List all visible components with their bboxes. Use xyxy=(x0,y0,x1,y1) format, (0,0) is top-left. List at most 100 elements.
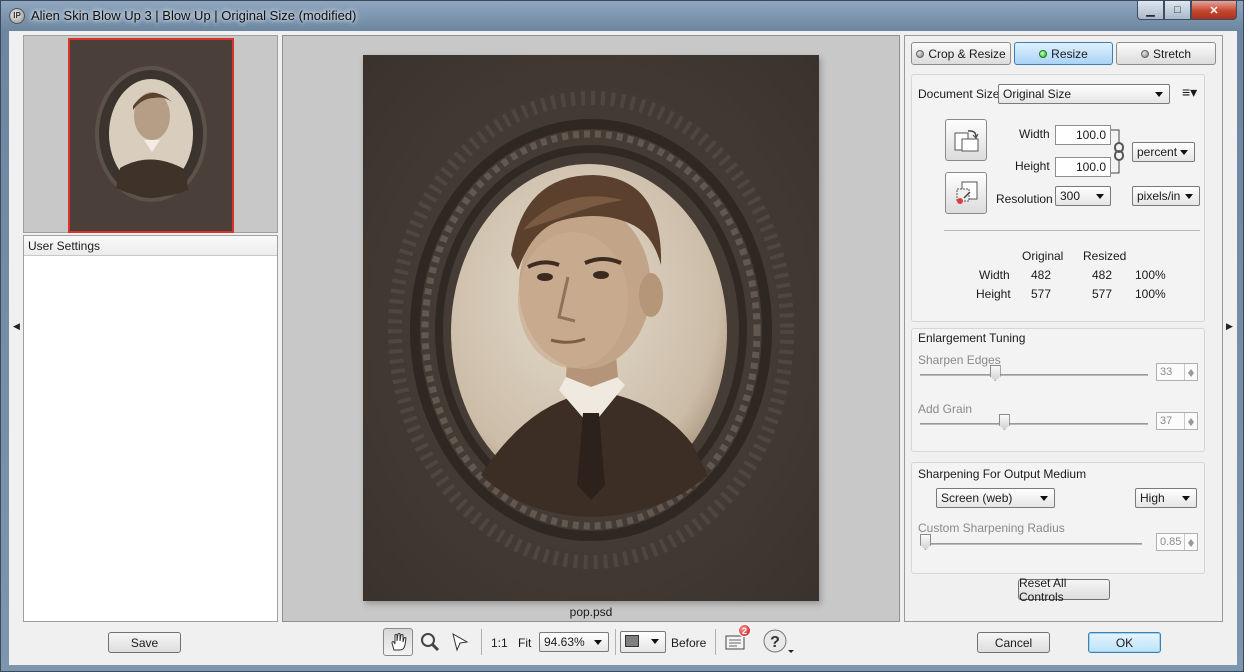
custom-radius-spinbox[interactable]: 0.85 xyxy=(1156,533,1198,551)
width-input[interactable]: 100.0 xyxy=(1055,125,1111,145)
before-toggle[interactable]: Before xyxy=(671,636,706,650)
toolbar-separator xyxy=(481,629,482,655)
preview-photo xyxy=(363,55,819,601)
sharpen-edges-slider[interactable] xyxy=(920,374,1148,376)
tab-label: Resize xyxy=(1051,46,1088,61)
width-label: Width xyxy=(1019,127,1050,141)
messages-count-badge: 2 xyxy=(738,624,751,637)
document-size-label: Document Size xyxy=(918,87,1000,101)
app-icon: IP xyxy=(9,8,25,24)
row-height-original: 577 xyxy=(1031,287,1052,301)
add-grain-spinbox[interactable]: 37 xyxy=(1156,412,1198,430)
output-sharpening-group: Sharpening For Output Medium Screen (web… xyxy=(911,462,1205,574)
radio-indicator-icon xyxy=(1140,49,1149,58)
zoom-fit-button[interactable]: Fit xyxy=(518,636,531,650)
background-color-select[interactable] xyxy=(620,631,666,653)
rotate-orientation-button[interactable] xyxy=(945,119,987,161)
resolution-select[interactable]: 300 xyxy=(1055,186,1111,206)
col-resized-header: Resized xyxy=(1083,249,1127,263)
close-icon: ✕ xyxy=(1209,4,1219,17)
unit-select[interactable]: percent xyxy=(1132,142,1195,162)
close-button[interactable]: ✕ xyxy=(1191,1,1237,20)
restore-original-size-button[interactable] xyxy=(945,172,987,214)
resolution-unit-select[interactable]: pixels/in xyxy=(1132,186,1200,206)
zoom-level-select[interactable]: 94.63% xyxy=(539,632,609,652)
ok-button[interactable]: OK xyxy=(1088,632,1161,653)
add-grain-label: Add Grain xyxy=(918,402,973,416)
thumbnail-photo xyxy=(70,40,232,231)
maximize-button[interactable]: □ xyxy=(1164,1,1191,20)
toolbar-separator xyxy=(615,629,616,655)
magnifier-icon xyxy=(421,633,440,652)
tab-resize[interactable]: Resize xyxy=(1014,42,1113,65)
preview-area[interactable]: pop.psd xyxy=(282,35,900,622)
document-size-group: Document Size Original Size ≡▾ Width 100… xyxy=(911,74,1205,322)
spin-arrows-icon[interactable] xyxy=(1184,364,1197,380)
sharpening-level-select[interactable]: High xyxy=(1135,488,1197,508)
row-width-resized: 482 xyxy=(1092,268,1113,282)
sharpen-edges-spinbox[interactable]: 33 xyxy=(1156,363,1198,381)
messages-button[interactable]: 2 xyxy=(720,624,751,656)
radio-selected-icon xyxy=(1039,49,1048,58)
presets-menu-icon[interactable]: ≡▾ xyxy=(1182,84,1197,101)
tab-label: Stretch xyxy=(1152,46,1191,61)
radio-indicator-icon xyxy=(916,49,925,58)
zoom-tool-button[interactable] xyxy=(415,628,445,656)
restore-size-icon xyxy=(956,181,978,204)
tab-stretch[interactable]: Stretch xyxy=(1116,42,1216,65)
reset-all-controls-button[interactable]: Reset All Controls xyxy=(1018,576,1110,604)
custom-radius-value: 0.85 xyxy=(1160,536,1182,548)
link-chain-icon[interactable] xyxy=(1111,129,1125,175)
collapse-right-icon[interactable]: ▶ xyxy=(1226,321,1233,332)
custom-radius-label: Custom Sharpening Radius xyxy=(918,521,1065,535)
maximize-icon: □ xyxy=(1174,4,1181,16)
col-original-header: Original xyxy=(1022,249,1064,263)
output-sharpening-title: Sharpening For Output Medium xyxy=(918,467,1087,481)
row-height-percent: 100% xyxy=(1135,287,1166,301)
preview-filename: pop.psd xyxy=(569,605,613,619)
zoom-1to1-button[interactable]: 1:1 xyxy=(491,636,508,650)
tab-crop-resize[interactable]: Crop & Resize xyxy=(911,42,1011,65)
tab-label: Crop & Resize xyxy=(928,46,1006,61)
row-width-label: Width xyxy=(979,268,1010,282)
resolution-label: Resolution xyxy=(996,192,1053,206)
row-width-percent: 100% xyxy=(1135,268,1166,282)
title-bar[interactable]: IP Alien Skin Blow Up 3 | Blow Up | Orig… xyxy=(1,1,1243,31)
toolbar-separator xyxy=(715,629,716,655)
add-grain-thumb[interactable] xyxy=(998,414,1010,430)
select-tool-button[interactable] xyxy=(445,628,475,656)
custom-radius-slider[interactable] xyxy=(920,543,1142,545)
hand-tool-button[interactable] xyxy=(383,628,413,656)
navigator-thumbnail[interactable] xyxy=(68,38,234,233)
color-swatch-icon xyxy=(625,635,639,647)
portrait-image xyxy=(363,55,819,601)
output-medium-select[interactable]: Screen (web) xyxy=(936,488,1055,508)
row-width-original: 482 xyxy=(1031,268,1052,282)
window-title: Alien Skin Blow Up 3 | Blow Up | Origina… xyxy=(31,8,357,23)
document-size-select[interactable]: Original Size xyxy=(998,84,1170,104)
svg-text:?: ? xyxy=(770,634,780,651)
sharpen-edges-label: Sharpen Edges xyxy=(918,353,1001,367)
minimize-button[interactable]: ▁ xyxy=(1137,1,1164,20)
sharpen-edges-thumb[interactable] xyxy=(989,365,1001,381)
cancel-button[interactable]: Cancel xyxy=(977,632,1050,653)
spin-arrows-icon[interactable] xyxy=(1184,413,1197,429)
enlargement-tuning-group: Enlargement Tuning Sharpen Edges 33 Add … xyxy=(911,328,1205,452)
help-button[interactable]: ? xyxy=(760,628,798,656)
add-grain-slider[interactable] xyxy=(920,423,1148,425)
help-icon: ? xyxy=(763,629,794,653)
add-grain-value: 37 xyxy=(1160,415,1173,427)
rotate-icon xyxy=(954,130,979,152)
navigator-panel xyxy=(23,35,278,233)
row-height-resized: 577 xyxy=(1092,287,1113,301)
minimize-icon: ▁ xyxy=(1146,4,1155,17)
client-area: ◀ ▶ User Settings pop.psd Crop & Resize … xyxy=(9,31,1237,665)
app-window: IP Alien Skin Blow Up 3 | Blow Up | Orig… xyxy=(0,0,1244,672)
collapse-left-icon[interactable]: ◀ xyxy=(13,321,20,332)
height-label: Height xyxy=(1015,159,1050,173)
custom-radius-thumb[interactable] xyxy=(920,534,931,550)
save-button[interactable]: Save xyxy=(108,632,181,653)
controls-panel: Crop & Resize Resize Stretch Document Si… xyxy=(904,35,1223,622)
spin-arrows-icon[interactable] xyxy=(1184,534,1197,550)
height-input[interactable]: 100.0 xyxy=(1055,157,1111,177)
